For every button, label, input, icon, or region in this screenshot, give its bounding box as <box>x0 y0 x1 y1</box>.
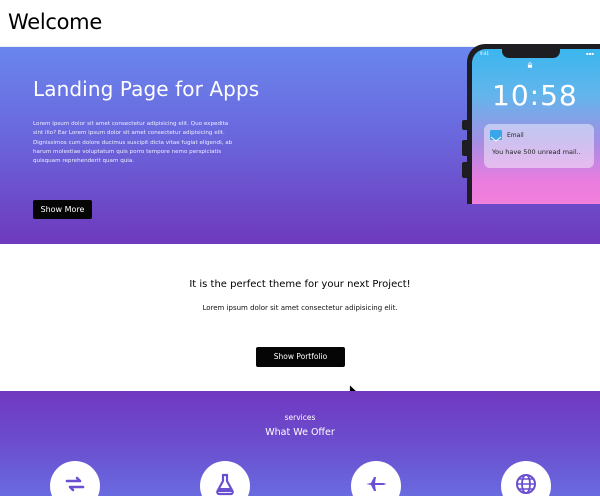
mail-icon <box>490 130 502 142</box>
service-card-lab[interactable] <box>200 461 250 496</box>
phone-status-indicators: ▪▪▪ <box>585 51 594 56</box>
flask-icon <box>216 473 234 496</box>
project-text: Lorem ipsum dolor sit amet consectetur a… <box>202 304 398 312</box>
service-card-sync[interactable] <box>50 461 100 496</box>
phone-mockup: 9:41 ▪▪▪ 10:58 Email You have 500 unread… <box>467 44 600 204</box>
phone-screen: 9:41 ▪▪▪ 10:58 Email You have 500 unread… <box>472 49 600 204</box>
show-portfolio-button[interactable]: Show Portfolio <box>256 347 345 367</box>
phone-status-time: 9:41 <box>480 51 489 56</box>
top-bar: Welcome <box>0 0 600 47</box>
services-heading: What We Offer <box>265 427 335 438</box>
notification-message: You have 500 unread mail.. <box>492 148 581 156</box>
service-card-launch[interactable] <box>351 461 401 496</box>
project-heading: It is the perfect theme for your next Pr… <box>189 279 411 290</box>
services-eyebrow: services <box>284 413 316 422</box>
service-card-global[interactable] <box>501 461 551 496</box>
project-section: It is the perfect theme for your next Pr… <box>0 244 600 397</box>
notification-app-name: Email <box>507 132 524 139</box>
refresh-icon <box>65 476 85 492</box>
services-section: services What We Offer <box>0 391 600 496</box>
hero-description: Lorem ipsum dolor sit amet consectetur a… <box>33 121 233 165</box>
email-notification: Email You have 500 unread mail.. <box>484 124 594 168</box>
phone-clock: 10:58 <box>492 79 578 112</box>
hero-title: Landing Page for Apps <box>33 77 260 101</box>
site-title: Welcome <box>8 10 102 34</box>
show-more-button[interactable]: Show More <box>33 200 92 219</box>
phone-notch <box>502 49 560 58</box>
plane-icon <box>366 477 386 491</box>
globe-icon <box>516 474 536 494</box>
lock-icon <box>527 62 533 68</box>
